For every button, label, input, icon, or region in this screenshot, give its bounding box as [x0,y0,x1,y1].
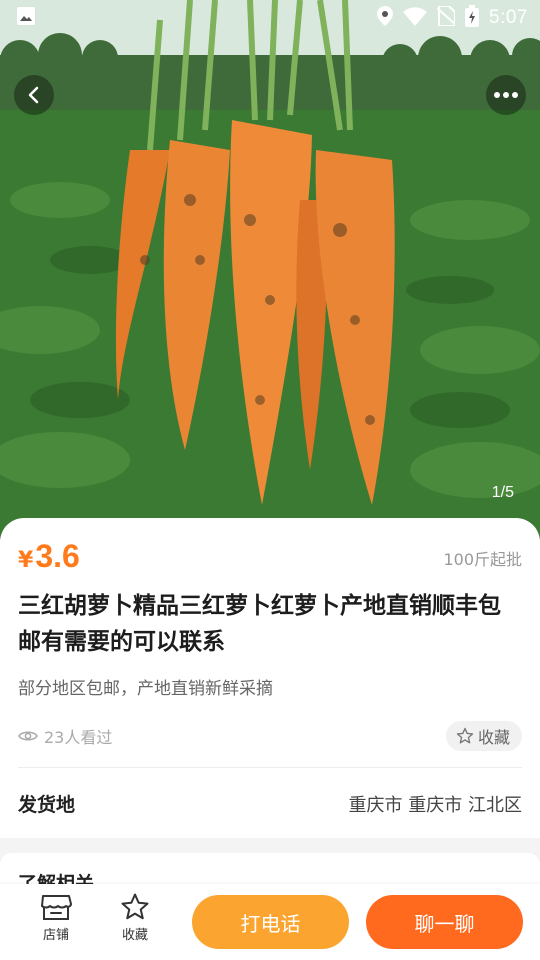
favorite-chip[interactable]: 收藏 [445,721,522,751]
status-bar: 5:07 [0,0,540,36]
product-title: 三红胡萝卜精品三红萝卜红萝卜产地直销顺丰包邮有需要的可以联系 [18,593,501,655]
battery-icon [465,5,480,31]
status-time: 5:07 [489,7,528,28]
price-value: 3.6 [35,538,80,574]
view-count: 23人看过 [18,724,112,748]
favorite-chip-label: 收藏 [477,728,510,747]
no-sim-icon [436,5,457,30]
shop-tab[interactable]: 店铺 [26,892,86,943]
view-count-label: 23人看过 [44,728,113,747]
favorite-tab-label: 收藏 [121,928,148,943]
divider [18,767,522,768]
shipping-origin-value: 重庆市 重庆市 江北区 [348,795,522,816]
back-button[interactable] [14,75,54,115]
currency-symbol: ¥ [18,548,34,573]
star-outline-icon [456,727,474,744]
price: ¥ 3.6 [18,538,80,575]
more-button[interactable] [486,75,526,115]
gallery-icon [16,6,36,30]
favorite-tab[interactable]: 收藏 [105,892,165,943]
carrots-illustration [0,0,540,540]
chat-button[interactable]: 聊一聊 [366,895,523,949]
star-icon [121,893,149,920]
shipping-origin-label: 发货地 [18,794,76,816]
wifi-icon [403,6,428,30]
chevron-left-icon [28,86,39,104]
bottom-action-bar: 店铺 收藏 打电话 聊一聊 [0,884,540,960]
image-counter: 1/5 [491,484,514,501]
product-info-card: ¥ 3.6 100斤起批 三红胡萝卜精品三红萝卜红萝卜产地直销顺丰包邮有需要的可… [0,518,540,838]
call-button[interactable]: 打电话 [192,895,349,949]
eye-icon [18,731,38,741]
product-subtitle: 部分地区包邮，产地直销新鲜采摘 [18,679,273,699]
location-icon [377,6,394,30]
min-order-quantity: 100斤起批 [443,550,522,569]
shop-icon [41,895,72,920]
shop-tab-label: 店铺 [42,928,69,943]
product-image[interactable] [0,0,540,540]
more-dots-icon [494,92,518,98]
